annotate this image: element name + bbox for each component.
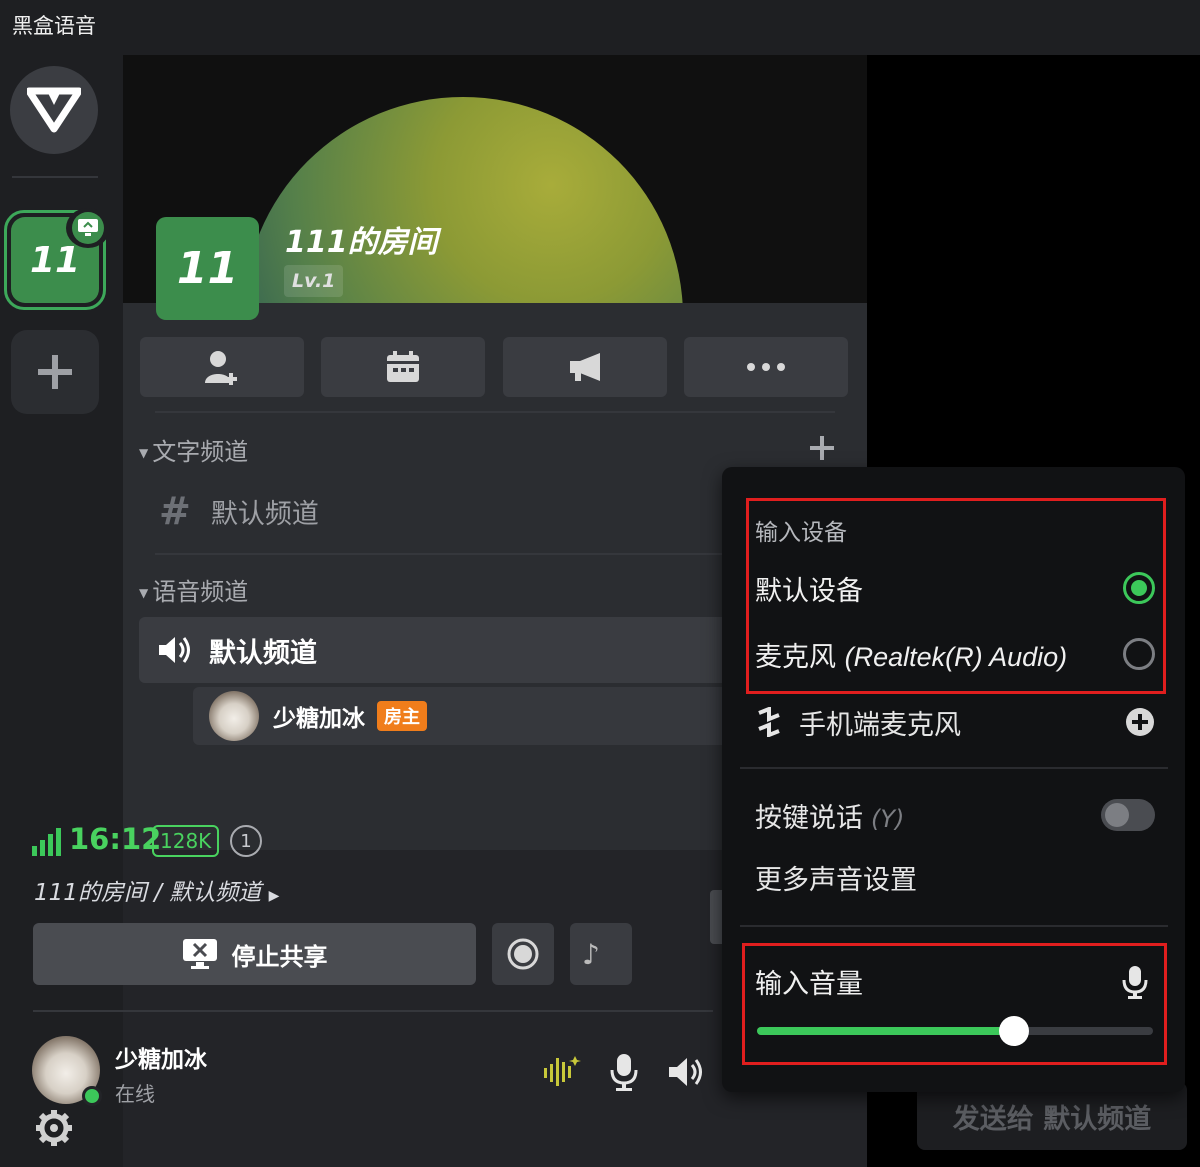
text-channels-header[interactable]: ▼ 文字频道	[139, 432, 248, 467]
hash-icon: #	[159, 489, 191, 533]
footer-divider	[33, 1010, 713, 1012]
listener-count: 1	[230, 825, 262, 857]
plus-icon	[810, 436, 834, 460]
input-volume-label: 输入音量	[755, 969, 863, 1000]
input-device-heading: 输入设备	[755, 520, 847, 546]
music-note-icon: ♪	[582, 937, 600, 971]
microphone-icon	[1118, 962, 1152, 1002]
device-label: 默认设备	[755, 575, 863, 607]
signal-strength-icon	[32, 828, 61, 856]
member-name: 少糖加冰	[273, 706, 365, 732]
call-duration: 16:12	[69, 822, 162, 856]
phone-mic-option[interactable]: 手机端麦克风	[755, 700, 1155, 744]
input-volume-slider-thumb[interactable]	[999, 1016, 1029, 1046]
section-divider	[155, 411, 835, 413]
rail-divider	[12, 176, 98, 178]
app-title: 黑盒语音	[12, 14, 96, 38]
add-user-icon	[205, 351, 237, 385]
member-avatar	[209, 691, 259, 741]
screen-share-badge	[66, 208, 110, 248]
push-to-talk-toggle[interactable]	[1101, 799, 1155, 831]
noise-suppression-button[interactable]	[540, 1050, 584, 1094]
room-name: 111的房间	[285, 225, 438, 260]
stop-share-label: 停止共享	[231, 942, 328, 971]
caret-right-icon: ▶	[268, 888, 280, 904]
title-bar: 黑盒语音	[0, 0, 1200, 50]
microphone-button[interactable]	[602, 1050, 646, 1094]
text-channel-label: 默认频道	[210, 498, 319, 530]
push-to-talk-label: 按键说话	[755, 802, 863, 834]
caret-down-icon: ▼	[139, 446, 149, 460]
device-option-default[interactable]: 默认设备	[755, 566, 1155, 610]
push-to-talk-key: (Y)	[871, 804, 905, 833]
self-name: 少糖加冰	[115, 1047, 207, 1073]
chat-input[interactable]: 发送给 默认频道	[917, 1082, 1187, 1150]
add-server-button[interactable]	[11, 330, 99, 414]
calendar-button[interactable]	[321, 337, 485, 397]
noise-suppression-icon	[544, 1056, 581, 1086]
stop-share-button[interactable]: 停止共享	[33, 923, 476, 985]
megaphone-icon	[570, 353, 600, 381]
microphone-icon	[610, 1054, 638, 1091]
voice-channel-item[interactable]: 默认频道	[139, 617, 759, 683]
gear-icon	[36, 1110, 72, 1146]
voice-channels-header[interactable]: ▼ 语音频道	[139, 572, 248, 607]
more-options-button[interactable]	[684, 337, 848, 397]
device-option-microphone[interactable]: 麦克风 (Realtek(R) Audio)	[755, 632, 1155, 676]
voice-path-link[interactable]: 111的房间 / 默认频道 ▶	[34, 873, 279, 907]
announcement-button[interactable]	[503, 337, 667, 397]
speaker-icon	[159, 637, 190, 663]
self-avatar[interactable]	[32, 1036, 102, 1106]
push-to-talk-row[interactable]: 按键说话 (Y)	[755, 793, 1155, 837]
stop-screen-share-icon	[182, 939, 217, 969]
voice-channel-label: 默认频道	[209, 637, 317, 669]
plus-circle-icon	[1126, 708, 1154, 736]
caret-down-icon: ▼	[139, 586, 149, 600]
popup-divider	[740, 925, 1168, 927]
room-avatar: 11	[156, 217, 259, 320]
more-icon	[747, 363, 785, 371]
calendar-icon	[387, 351, 419, 382]
room-level-badge: Lv.1	[284, 265, 344, 297]
voice-member-row[interactable]: 少糖加冰 房主	[193, 687, 753, 745]
popup-divider	[740, 767, 1168, 769]
owner-badge: 房主	[377, 701, 427, 731]
device-label: 麦克风 (Realtek(R) Audio)	[755, 641, 1068, 673]
plus-icon	[38, 355, 72, 389]
self-status: 在线	[115, 1082, 155, 1106]
radio-selected-icon[interactable]	[1123, 572, 1155, 604]
music-button[interactable]: ♪	[570, 923, 632, 985]
screen-share-icon	[78, 219, 98, 236]
input-volume-slider-fill	[757, 1027, 1014, 1035]
radio-unselected-icon[interactable]	[1123, 638, 1155, 670]
app-logo-button[interactable]	[10, 66, 98, 154]
bitrate-badge: 128K	[152, 825, 220, 857]
settings-button[interactable]	[32, 1106, 76, 1150]
phone-mic-label: 手机端麦克风	[799, 709, 961, 741]
heybox-logo-icon	[27, 87, 81, 133]
speaker-button[interactable]	[664, 1050, 708, 1094]
phone-mic-icon	[758, 707, 780, 737]
more-sound-settings[interactable]: 更多声音设置	[755, 858, 917, 897]
speaker-icon	[669, 1058, 702, 1086]
add-text-channel-button[interactable]	[807, 433, 837, 463]
record-icon	[507, 938, 539, 970]
invite-member-button[interactable]	[140, 337, 304, 397]
record-button[interactable]	[492, 923, 554, 985]
online-status-dot	[82, 1086, 102, 1106]
